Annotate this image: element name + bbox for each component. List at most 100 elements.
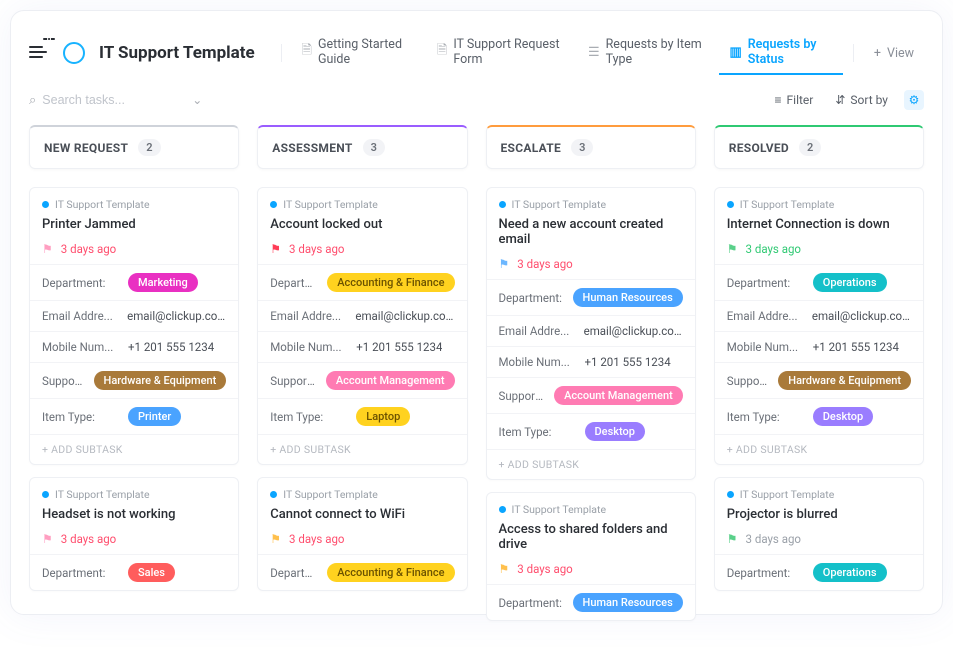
column-title: NEW REQUEST — [44, 141, 128, 155]
menu-toggle-icon[interactable]: 0 — [29, 46, 49, 60]
field-row: Email Addre...email@clickup.com — [30, 300, 238, 331]
tag-pill[interactable]: Operations — [813, 273, 887, 292]
field-row: Email Addre...email@clickup.com — [258, 300, 466, 331]
due-date: 3 days ago — [746, 532, 801, 546]
field-label: Mobile Num... — [42, 340, 120, 354]
flag-icon: ⚑ — [42, 242, 53, 256]
add-subtask-button[interactable]: + ADD SUBTASK — [258, 434, 466, 464]
status-dot-icon — [270, 201, 277, 208]
field-row: Department:Operations — [715, 554, 923, 590]
search-input[interactable] — [42, 93, 182, 107]
field-label: Mobile Num... — [727, 340, 805, 354]
due-date: 3 days ago — [61, 532, 116, 546]
flag-icon: ⚑ — [270, 242, 281, 256]
tag-pill[interactable]: Sales — [128, 563, 175, 582]
tab-getting-started[interactable]: 🗎 Getting Started Guide — [292, 31, 423, 75]
plus-icon: + — [874, 46, 881, 61]
add-subtask-button[interactable]: + ADD SUBTASK — [30, 434, 238, 464]
tab-request-form[interactable]: 🗎 IT Support Request Form — [427, 31, 574, 75]
field-label: Department: — [499, 291, 565, 305]
task-card[interactable]: IT Support TemplateHeadset is not workin… — [29, 477, 239, 591]
filter-button[interactable]: ≡ Filter — [769, 89, 820, 111]
tag-pill[interactable]: Account Management — [326, 371, 455, 390]
field-row: Mobile Num...+1 201 555 1234 — [258, 331, 466, 362]
task-card[interactable]: IT Support TemplateAccess to shared fold… — [486, 492, 696, 621]
field-label: Support Nee... — [727, 374, 771, 388]
task-card[interactable]: IT Support TemplateNeed a new account cr… — [486, 187, 696, 480]
field-row: Department:Human Resources — [487, 584, 695, 620]
search-icon: ⌕ — [29, 93, 36, 108]
tab-label: IT Support Request Form — [453, 37, 564, 67]
tag-pill[interactable]: Human Resources — [573, 593, 683, 612]
project-breadcrumb: IT Support Template — [499, 198, 683, 211]
task-card[interactable]: IT Support TemplateCannot connect to WiF… — [257, 477, 467, 591]
chevron-down-icon[interactable]: ⌄ — [192, 93, 202, 107]
task-card[interactable]: IT Support TemplateProjector is blurred⚑… — [714, 477, 924, 591]
field-label: Email Addre... — [270, 309, 347, 323]
board-column: RESOLVED2 IT Support TemplateInternet Con… — [714, 125, 924, 633]
add-subtask-button[interactable]: + ADD SUBTASK — [487, 449, 695, 479]
tab-label: Getting Started Guide — [318, 37, 413, 67]
field-row: Item Type: Laptop — [258, 398, 466, 434]
task-title: Access to shared folders and drive — [499, 522, 683, 552]
add-view-label: View — [887, 46, 914, 61]
column-count: 3 — [571, 139, 593, 156]
column-header[interactable]: RESOLVED2 — [714, 125, 924, 169]
space-circle-icon[interactable] — [63, 42, 85, 64]
due-date: 3 days ago — [746, 242, 801, 256]
column-header[interactable]: ASSESSMENT3 — [257, 125, 467, 169]
tag-pill[interactable]: Human Resources — [573, 288, 683, 307]
field-row: Mobile Num...+1 201 555 1234 — [715, 331, 923, 362]
field-row: Department:Accounting & Finance — [258, 554, 466, 590]
tag-pill[interactable]: Account Management — [554, 386, 683, 405]
board-column: ASSESSMENT3 IT Support TemplateAccount lo… — [257, 125, 467, 633]
add-subtask-button[interactable]: + ADD SUBTASK — [715, 434, 923, 464]
status-dot-icon — [270, 491, 277, 498]
status-dot-icon — [42, 491, 49, 498]
column-count: 2 — [799, 139, 821, 156]
flag-icon: ⚑ — [727, 242, 738, 256]
field-label: Item Type: — [727, 410, 805, 424]
tag-pill[interactable]: Desktop — [585, 422, 645, 441]
sort-button[interactable]: ⇵ Sort by — [829, 89, 894, 111]
header-bar: 0 IT Support Template 🗎 Getting Started … — [11, 11, 942, 85]
task-card[interactable]: IT Support TemplateAccount locked out⚑3 … — [257, 187, 467, 465]
field-label: Department: — [42, 566, 120, 580]
field-label: Support Nee... — [270, 374, 318, 388]
notification-badge: 0 — [43, 38, 55, 40]
field-row: Support Nee...Hardware & Equipment — [30, 362, 238, 398]
column-header[interactable]: NEW REQUEST2 — [29, 125, 239, 169]
list-icon: ☰ — [588, 45, 600, 60]
task-title: Projector is blurred — [727, 507, 911, 522]
tag-pill[interactable]: Accounting & Finance — [327, 563, 454, 582]
filter-icon: ≡ — [775, 93, 782, 107]
field-label: Item Type: — [270, 410, 348, 424]
task-card[interactable]: IT Support TemplatePrinter Jammed⚑3 days… — [29, 187, 239, 465]
tag-pill[interactable]: Printer — [128, 407, 181, 426]
field-row: Item Type: Desktop — [715, 398, 923, 434]
field-label: Department: — [42, 276, 120, 290]
separator — [853, 44, 854, 62]
tab-item-type[interactable]: ☰ Requests by Item Type — [578, 31, 715, 75]
tag-pill[interactable]: Hardware & Equipment — [94, 371, 227, 390]
tab-label: Requests by Item Type — [606, 37, 706, 67]
tab-by-status[interactable]: ▥ Requests by Status — [719, 31, 843, 75]
tag-pill[interactable]: Hardware & Equipment — [778, 371, 911, 390]
column-header[interactable]: ESCALATE3 — [486, 125, 696, 169]
task-title: Internet Connection is down — [727, 217, 911, 232]
tag-pill[interactable]: Marketing — [128, 273, 198, 292]
tag-pill[interactable]: Operations — [813, 563, 887, 582]
tag-pill[interactable]: Accounting & Finance — [327, 273, 454, 292]
tag-pill[interactable]: Desktop — [813, 407, 873, 426]
task-card[interactable]: IT Support TemplateInternet Connection i… — [714, 187, 924, 465]
separator — [281, 44, 282, 62]
add-view-button[interactable]: + View — [864, 40, 924, 67]
due-date: 3 days ago — [61, 242, 116, 256]
field-label: Email Addre... — [42, 309, 119, 323]
tag-pill[interactable]: Laptop — [356, 407, 410, 426]
board-column: NEW REQUEST2IT Support TemplatePrinter J… — [29, 125, 239, 633]
status-dot-icon — [42, 201, 49, 208]
task-title: Printer Jammed — [42, 217, 226, 232]
field-label: Item Type: — [499, 425, 577, 439]
settings-button[interactable]: ⚙ — [904, 90, 924, 110]
